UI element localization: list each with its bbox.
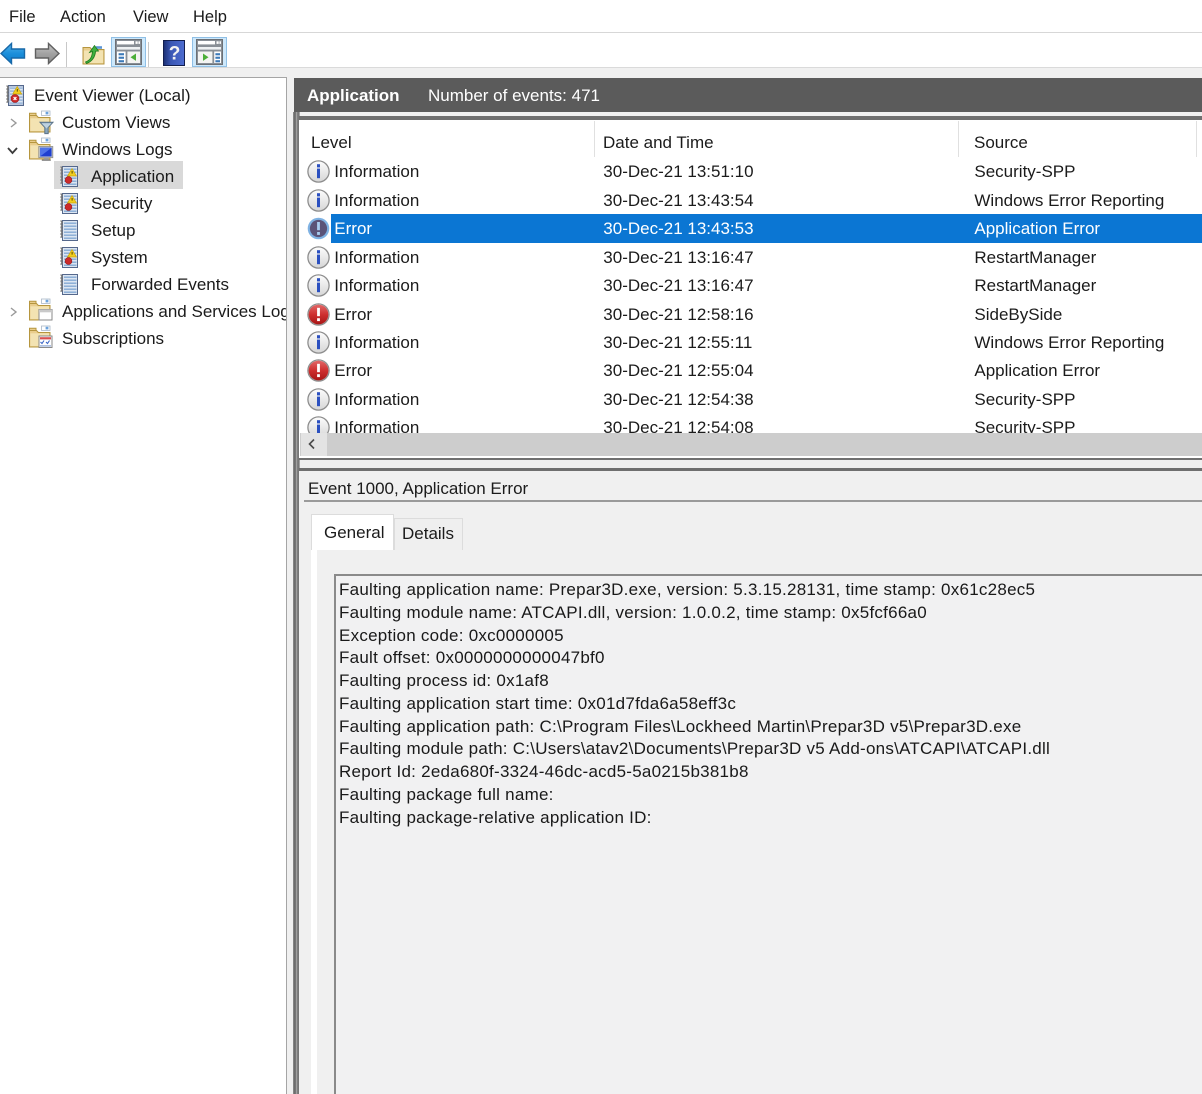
svg-text:?: ? — [169, 44, 181, 65]
